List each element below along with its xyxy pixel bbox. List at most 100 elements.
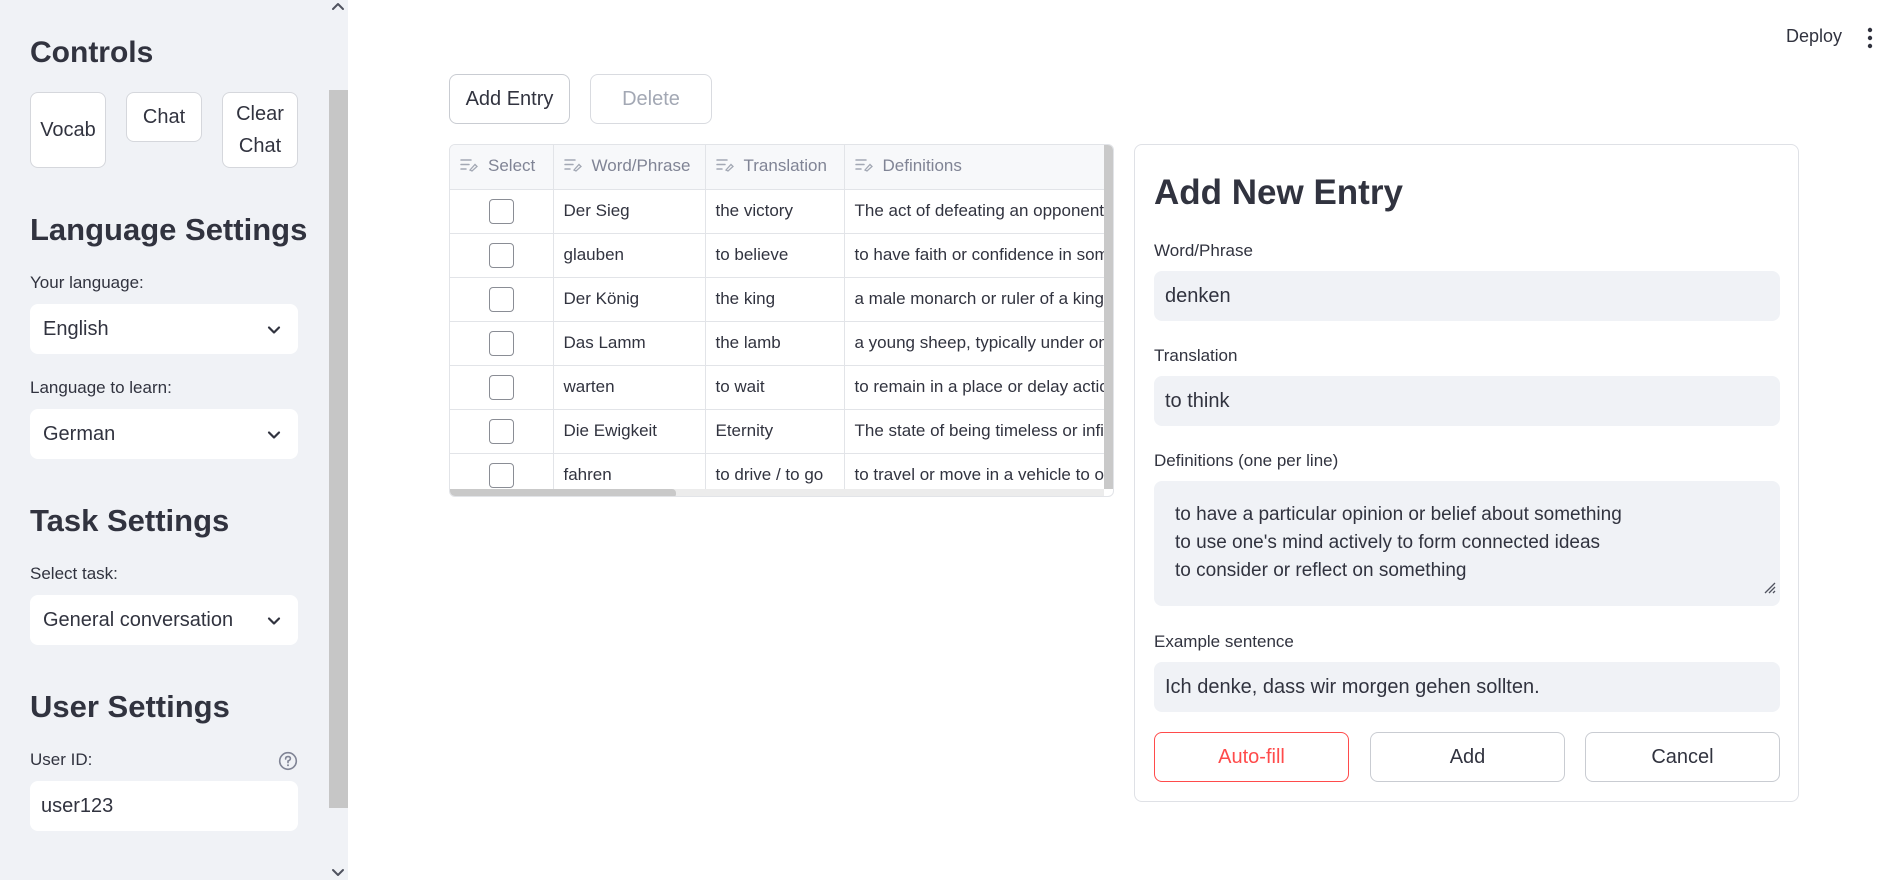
word-cell[interactable]: glauben (553, 233, 706, 278)
select-cell (450, 321, 554, 366)
word-label: Word/Phrase (1154, 241, 1253, 260)
definition-cell[interactable]: to travel or move in a vehicle to op (844, 453, 1104, 489)
select-cell (450, 365, 554, 410)
vocab-button[interactable]: Vocab (30, 92, 106, 168)
edit-column-icon (460, 157, 478, 177)
row-checkbox[interactable] (488, 330, 514, 356)
example-label: Example sentence (1154, 632, 1294, 651)
translation-cell[interactable]: to drive / to go (705, 453, 845, 489)
edit-column-icon (854, 157, 873, 177)
your-language-value: English (43, 317, 109, 340)
definitions-label: Definitions (one per line) (1154, 451, 1339, 470)
translation-input[interactable]: to think (1154, 376, 1780, 426)
definition-line: to use one's mind actively to form conne… (1175, 532, 1601, 553)
cancel-button[interactable]: Cancel (1585, 732, 1780, 782)
column-header-translation[interactable]: Translation (705, 145, 845, 190)
row-checkbox[interactable] (488, 418, 514, 444)
vocab-table: Select Word/Phrase Translation Definitio… (449, 144, 1114, 497)
chevron-down-icon (266, 321, 282, 344)
word-cell[interactable]: fahren (553, 453, 706, 489)
translation-cell[interactable]: to believe (705, 233, 845, 278)
translation-cell[interactable]: the king (705, 277, 845, 322)
add-entry-button[interactable]: Add Entry (449, 74, 570, 124)
definition-line: to consider or reflect on something (1175, 560, 1467, 581)
translation-cell[interactable]: the victory (705, 189, 845, 234)
table-row: fahren to drive / to go to travel or mov… (450, 453, 1104, 489)
select-cell (450, 453, 554, 489)
more-options-icon[interactable] (1866, 27, 1874, 54)
learn-language-select[interactable]: German (30, 409, 298, 459)
delete-button[interactable]: Delete (590, 74, 712, 124)
row-checkbox[interactable] (488, 286, 514, 312)
translation-cell[interactable]: the lamb (705, 321, 845, 366)
word-cell[interactable]: Der Sieg (553, 189, 706, 234)
definition-cell[interactable]: to remain in a place or delay action (844, 365, 1104, 410)
controls-heading: Controls (30, 36, 154, 69)
help-icon[interactable] (278, 751, 298, 776)
user-settings-heading: User Settings (30, 689, 230, 724)
learn-language-value: German (43, 422, 116, 445)
column-header-label: Select (488, 156, 536, 176)
column-header-label: Definitions (882, 156, 962, 176)
chevron-down-icon (266, 612, 282, 635)
table-row: warten to wait to remain in a place or d… (450, 365, 1104, 410)
translation-cell[interactable]: to wait (705, 365, 845, 410)
translation-label: Translation (1154, 346, 1238, 365)
task-select[interactable]: General conversation (30, 595, 298, 645)
example-input[interactable]: Ich denke, dass wir morgen gehen sollten… (1154, 662, 1780, 712)
table-row: Die Ewigkeit Eternity The state of being… (450, 409, 1104, 454)
resize-handle-icon[interactable] (1762, 575, 1776, 603)
word-cell[interactable]: warten (553, 365, 706, 410)
deploy-button[interactable]: Deploy (1786, 26, 1842, 47)
word-cell[interactable]: Die Ewigkeit (553, 409, 706, 454)
row-checkbox[interactable] (488, 242, 514, 268)
chat-button[interactable]: Chat (126, 92, 202, 142)
scroll-down-icon[interactable] (330, 866, 346, 880)
form-title: Add New Entry (1154, 173, 1403, 212)
table-horizontal-scrollbar-thumb[interactable] (450, 489, 676, 496)
user-id-label: User ID: (30, 750, 93, 769)
task-settings-heading: Task Settings (30, 503, 230, 538)
column-header-select[interactable]: Select (450, 145, 554, 190)
definition-cell[interactable]: a male monarch or ruler of a kingdom (844, 277, 1104, 322)
table-row: Das Lamm the lamb a young sheep, typical… (450, 321, 1104, 366)
auto-fill-button[interactable]: Auto-fill (1154, 732, 1349, 782)
sidebar-scrollbar-thumb[interactable] (329, 90, 348, 808)
definition-cell[interactable]: The state of being timeless or infinite (844, 409, 1104, 454)
select-cell (450, 233, 554, 278)
definition-cell[interactable]: to have faith or confidence in some (844, 233, 1104, 278)
example-input-value: Ich denke, dass wir morgen gehen sollten… (1165, 675, 1540, 698)
row-checkbox[interactable] (488, 462, 514, 488)
column-header-definitions[interactable]: Definitions (844, 145, 1104, 190)
table-row: Der König the king a male monarch or rul… (450, 277, 1104, 322)
chevron-down-icon (266, 426, 282, 449)
scroll-up-icon[interactable] (330, 0, 346, 14)
word-input[interactable]: denken (1154, 271, 1780, 321)
edit-column-icon (563, 157, 582, 177)
table-row: glauben to believe to have faith or conf… (450, 233, 1104, 278)
edit-column-icon (715, 157, 734, 177)
word-cell[interactable]: Das Lamm (553, 321, 706, 366)
row-checkbox[interactable] (488, 374, 514, 400)
clear-chat-button[interactable]: Clear Chat (222, 92, 298, 168)
add-button[interactable]: Add (1370, 732, 1565, 782)
your-language-select[interactable]: English (30, 304, 298, 354)
word-cell[interactable]: Der König (553, 277, 706, 322)
column-header-label: Word/Phrase (591, 156, 691, 176)
table-row: Der Sieg the victory The act of defeatin… (450, 189, 1104, 234)
user-id-input[interactable]: user123 (30, 781, 298, 831)
add-entry-form: Add New Entry Word/Phrase denken Transla… (1134, 144, 1799, 802)
definition-cell[interactable]: a young sheep, typically under one (844, 321, 1104, 366)
table-vertical-scrollbar[interactable] (1104, 145, 1113, 489)
task-label: Select task: (30, 564, 118, 583)
definitions-textarea[interactable]: to have a particular opinion or belief a… (1154, 481, 1780, 606)
user-id-value: user123 (41, 794, 114, 817)
column-header-label: Translation (743, 156, 827, 176)
row-checkbox[interactable] (488, 198, 514, 224)
your-language-label: Your language: (30, 273, 144, 292)
definition-cell[interactable]: The act of defeating an opponent or (844, 189, 1104, 234)
select-cell (450, 409, 554, 454)
column-header-word[interactable]: Word/Phrase (553, 145, 706, 190)
table-header-row: Select Word/Phrase Translation Definitio… (450, 145, 1104, 190)
translation-cell[interactable]: Eternity (705, 409, 845, 454)
